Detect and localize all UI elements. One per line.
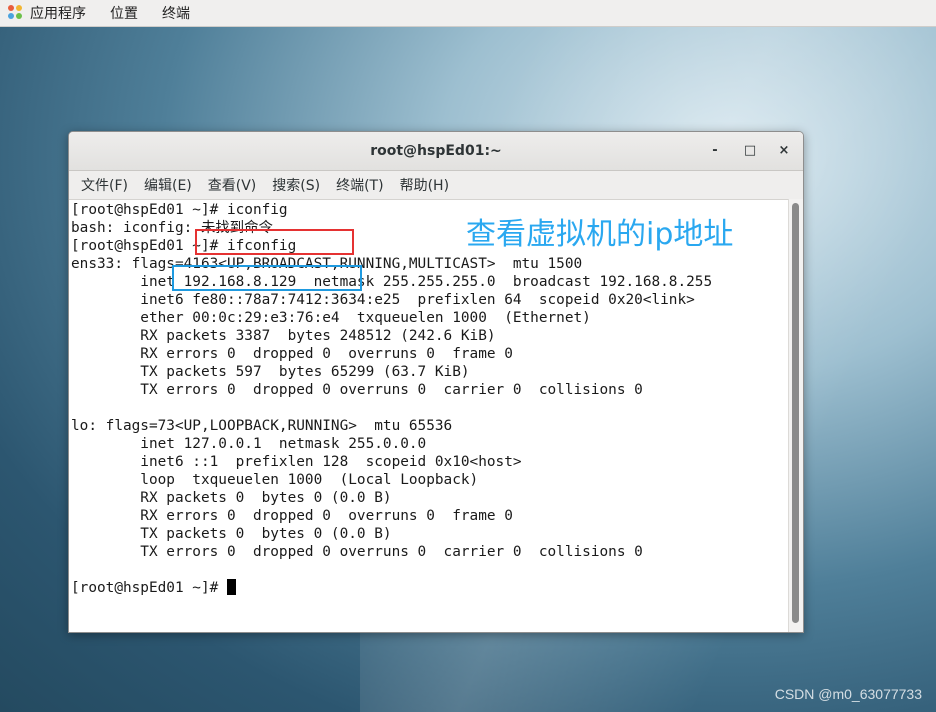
menu-view[interactable]: 查看(V) <box>204 175 261 195</box>
terminal-window: root@hspEd01:~ - □ × 文件(F) 编辑(E) 查看(V) 搜… <box>68 131 804 633</box>
terminal-line: TX errors 0 dropped 0 overruns 0 carrier… <box>71 382 643 398</box>
terminal-output[interactable]: [root@hspEd01 ~]# iconfig bash: iconfig: … <box>69 199 789 632</box>
annotation-text: 查看虚拟机的ip地址 <box>466 217 734 252</box>
places-menu[interactable]: 位置 <box>110 3 138 23</box>
terminal-line: loop txqueuelen 1000 (Local Loopback) <box>71 472 479 488</box>
terminal-line: RX errors 0 dropped 0 overruns 0 frame 0 <box>71 508 513 524</box>
watermark: CSDN @m0_63077733 <box>774 686 922 702</box>
menu-search[interactable]: 搜索(S) <box>268 175 324 195</box>
close-button[interactable]: × <box>775 142 793 160</box>
terminal-app-menu[interactable]: 终端 <box>162 3 190 23</box>
terminal-line: TX errors 0 dropped 0 overruns 0 carrier… <box>71 544 643 560</box>
window-title: root@hspEd01:~ <box>370 143 502 159</box>
terminal-line: [root@hspEd01 ~]# iconfig <box>71 202 288 218</box>
highlight-ip-box <box>172 265 362 291</box>
menu-edit[interactable]: 编辑(E) <box>140 175 196 195</box>
applications-menu[interactable]: 应用程序 <box>8 3 86 23</box>
terminal-line: inet6 ::1 prefixlen 128 scopeid 0x10<hos… <box>71 454 522 470</box>
window-titlebar[interactable]: root@hspEd01:~ - □ × <box>69 132 803 171</box>
menu-terminal[interactable]: 终端(T) <box>332 175 387 195</box>
applications-menu-label: 应用程序 <box>30 6 86 22</box>
highlight-ifconfig-box <box>195 229 354 255</box>
menubar: 文件(F) 编辑(E) 查看(V) 搜索(S) 终端(T) 帮助(H) <box>69 171 803 200</box>
minimize-button[interactable]: - <box>706 142 724 160</box>
top-panel: 应用程序 位置 终端 <box>0 0 936 27</box>
terminal-line: RX packets 3387 bytes 248512 (242.6 KiB) <box>71 328 496 344</box>
scrollbar-thumb[interactable] <box>792 203 799 623</box>
terminal-line: RX packets 0 bytes 0 (0.0 B) <box>71 490 392 506</box>
applications-icon <box>8 5 24 21</box>
terminal-line: TX packets 597 bytes 65299 (63.7 KiB) <box>71 364 470 380</box>
text-cursor <box>226 579 236 595</box>
menu-file[interactable]: 文件(F) <box>77 175 132 195</box>
terminal-line: lo: flags=73<UP,LOOPBACK,RUNNING> mtu 65… <box>71 418 453 434</box>
maximize-button[interactable]: □ <box>741 142 759 160</box>
terminal-line: ether 00:0c:29:e3:76:e4 txqueuelen 1000 … <box>71 310 591 326</box>
terminal-line: RX errors 0 dropped 0 overruns 0 frame 0 <box>71 346 513 362</box>
scrollbar[interactable] <box>788 199 803 632</box>
menu-help[interactable]: 帮助(H) <box>396 175 453 195</box>
terminal-line: inet6 fe80::78a7:7412:3634:e25 prefixlen… <box>71 292 695 308</box>
prompt-line: [root@hspEd01 ~]# <box>71 579 236 597</box>
terminal-line: TX packets 0 bytes 0 (0.0 B) <box>71 526 392 542</box>
terminal-line: inet 192.168.8.129 netmask 255.255.255.0… <box>71 274 713 290</box>
terminal-line: inet 127.0.0.1 netmask 255.0.0.0 <box>71 436 427 452</box>
